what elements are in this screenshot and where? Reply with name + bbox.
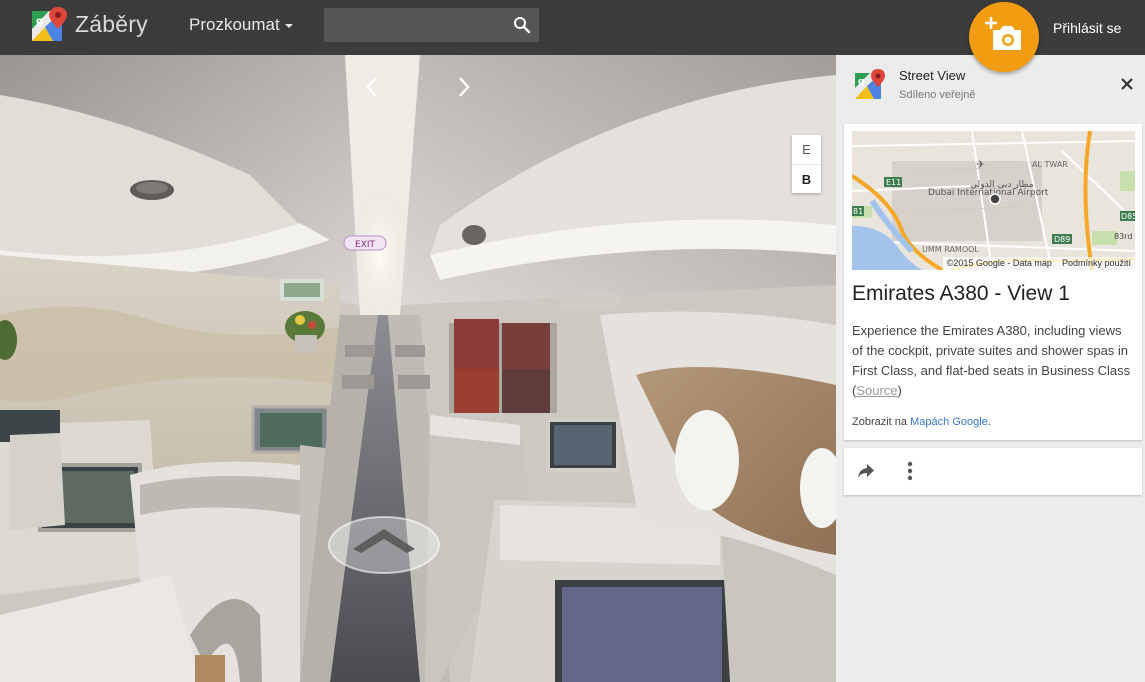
compass-b-button[interactable]: B xyxy=(792,164,821,193)
compass-control: E B xyxy=(792,135,821,193)
panorama-description: Experience the Emirates A380, including … xyxy=(852,323,1131,398)
caret-down-icon xyxy=(284,23,293,28)
street-view-logo-icon: g xyxy=(855,69,885,99)
exit-sign-text: EXIT xyxy=(355,240,376,250)
sign-in-button[interactable]: Přihlásit se xyxy=(1053,20,1121,36)
map-label-83rd: 83rd S xyxy=(1114,232,1135,241)
share-icon[interactable] xyxy=(857,463,875,479)
google-maps-link[interactable]: Mapách Google xyxy=(910,416,988,428)
road-label-e11: E11 xyxy=(886,178,901,187)
search-box xyxy=(324,8,539,42)
road-label-81: 81 xyxy=(853,207,863,216)
explore-dropdown[interactable]: Prozkoumat xyxy=(189,15,293,35)
search-icon[interactable] xyxy=(513,16,531,34)
add-photo-camera-icon xyxy=(985,17,1021,50)
add-photo-button[interactable] xyxy=(969,2,1039,72)
view-on-prefix: Zobrazit na xyxy=(852,416,908,428)
location-map[interactable]: ✈ مطار دبي الدولي Dubai International Ai… xyxy=(852,131,1135,270)
google-maps-logo-icon[interactable]: g xyxy=(31,7,67,43)
source-link[interactable]: Source xyxy=(856,383,897,398)
map-label-al-twar: AL TWAR xyxy=(1032,160,1068,169)
street-view-panorama[interactable]: EXIT E B xyxy=(0,55,836,682)
compass-e-button[interactable]: E xyxy=(792,135,821,164)
info-card: ✈ مطار دبي الدولي Dubai International Ai… xyxy=(844,124,1142,440)
chevron-right-icon[interactable] xyxy=(454,75,474,99)
cabin-interior-image: EXIT xyxy=(0,55,836,682)
view-on-suffix: . xyxy=(987,416,991,428)
source-title[interactable]: Street View xyxy=(899,68,965,83)
svg-text:g: g xyxy=(858,77,864,87)
description-text: Experience the Emirates A380, including … xyxy=(852,323,1131,378)
map-attribution: ©2015 Google - Data map Podmínky použití xyxy=(942,257,1135,270)
map-image: ✈ مطار دبي الدولي Dubai International Ai… xyxy=(852,131,1135,270)
search-input[interactable] xyxy=(324,8,509,42)
chevron-left-icon[interactable] xyxy=(362,75,382,99)
close-icon[interactable] xyxy=(1119,76,1135,92)
svg-text:✈: ✈ xyxy=(976,158,985,171)
map-label-airport: Dubai International Airport xyxy=(928,188,1049,198)
map-label-airport-line: Dubai International Airport xyxy=(928,188,1049,198)
action-bar xyxy=(844,448,1142,495)
svg-text:g: g xyxy=(36,16,43,27)
road-label-d85: D85 xyxy=(1121,212,1135,221)
more-vert-icon[interactable] xyxy=(906,460,914,482)
map-label-umm-ramool: UMM RAMOOL xyxy=(922,245,979,254)
panorama-title: Emirates A380 - View 1 xyxy=(852,282,1070,305)
map-credit-text: ©2015 Google - Data map xyxy=(946,258,1052,268)
map-terms-link[interactable]: Podmínky použití xyxy=(1062,258,1131,268)
app-title[interactable]: Záběry xyxy=(75,11,148,38)
move-forward-icon[interactable] xyxy=(327,515,441,575)
view-on-maps: Zobrazit na Mapách Google. xyxy=(852,416,991,428)
road-label-d89: D89 xyxy=(1054,235,1070,244)
explore-label: Prozkoumat xyxy=(189,15,280,34)
info-panel: g Street View Sdíleno veřejně ✈ مطار دبي… xyxy=(836,55,1145,682)
source-subtitle: Sdíleno veřejně xyxy=(899,89,976,101)
